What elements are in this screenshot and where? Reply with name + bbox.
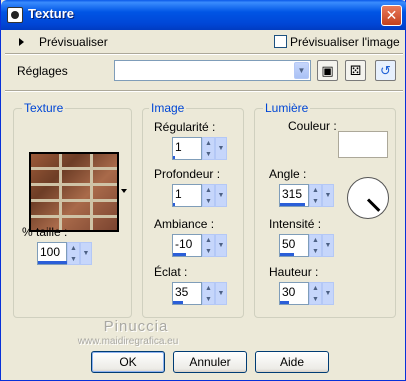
size-label: % taille : [22,225,68,239]
angle-slider[interactable] [280,203,305,206]
light-color-swatch[interactable] [338,131,388,158]
app-icon [7,7,23,23]
depth-input[interactable]: 1 [172,184,202,207]
size-spinner[interactable]: 100 ▲ ▼ ▼ [37,242,92,265]
height-label: Hauteur : [269,265,319,279]
ambience-updown[interactable]: ▲ ▼ [202,234,215,257]
chevron-down-icon[interactable]: ▼ [294,62,309,79]
help-button[interactable]: Aide [255,351,329,373]
ambience-label: Ambiance : [154,217,215,231]
chevron-down-icon[interactable]: ▼ [322,184,334,207]
regularity-spinner[interactable]: 1 ▲ ▼ ▼ [172,137,227,160]
title-bar: Texture ✕ [1,0,406,30]
random-dice-icon[interactable]: ⚄ [345,60,366,81]
window-title: Texture [28,6,74,21]
depth-spinner[interactable]: 1 ▲ ▼ ▼ [172,184,227,207]
size-slider[interactable] [38,261,67,264]
height-spinner[interactable]: 30 ▲ ▼ ▼ [279,282,334,305]
shine-spinner[interactable]: 35 ▲ ▼ ▼ [172,282,227,305]
chevron-down-icon[interactable]: ▼ [215,137,227,160]
texture-swatch[interactable] [29,152,119,232]
preview-row: Prévisualiser Prévisualiser l'image [1,30,406,54]
light-group: Lumière Couleur : Angle : 315 ▲ ▼ ▼ Inten… [254,101,396,318]
angle-spinner[interactable]: 315 ▲ ▼ ▼ [279,184,334,207]
regularity-slider[interactable] [173,156,175,159]
reset-icon[interactable]: ↺ [375,60,396,81]
angle-dial-needle [366,198,381,212]
depth-slider[interactable] [173,203,175,206]
texture-dialog: Texture ✕ Prévisualiser Prévisualiser l'… [0,0,406,381]
regularity-input[interactable]: 1 [172,137,202,160]
chevron-down-icon[interactable]: ▼ [215,282,227,305]
chevron-down-icon[interactable]: ▼ [215,184,227,207]
shine-updown[interactable]: ▲ ▼ [202,282,215,305]
intensity-slider[interactable] [280,253,294,256]
separator [5,90,403,92]
regularity-updown[interactable]: ▲ ▼ [202,137,215,160]
chevron-down-icon[interactable] [121,189,127,193]
preview-image-checkbox[interactable] [274,35,287,48]
watermark-site: www.maidiregrafica.eu [77,336,179,347]
light-group-title: Lumière [263,101,311,115]
expand-triangle-icon[interactable] [19,38,24,46]
angle-updown[interactable]: ▲ ▼ [309,184,322,207]
height-updown[interactable]: ▲ ▼ [309,282,322,305]
height-slider[interactable] [280,301,289,304]
cancel-button[interactable]: Annuler [173,351,247,373]
intensity-updown[interactable]: ▲ ▼ [309,234,322,257]
shine-label: Éclat : [154,265,188,279]
separator [5,53,403,55]
preview-label[interactable]: Prévisualiser [39,35,108,49]
save-icon[interactable]: ▣ [317,60,338,81]
depth-label: Profondeur : [154,167,221,181]
chevron-down-icon[interactable]: ▼ [322,234,334,257]
chevron-down-icon[interactable]: ▼ [215,234,227,257]
color-label: Couleur : [288,119,337,133]
image-group: Image Régularité : 1 ▲ ▼ ▼ Profondeur : 1… [142,101,244,318]
preview-image-label[interactable]: Prévisualiser l'image [290,35,400,49]
ambience-slider[interactable] [173,253,186,256]
ambience-spinner[interactable]: -10 ▲ ▼ ▼ [172,234,227,257]
intensity-spinner[interactable]: 50 ▲ ▼ ▼ [279,234,334,257]
angle-dial-icon[interactable] [347,177,389,219]
settings-combo[interactable]: ▼ [114,60,311,81]
chevron-down-icon[interactable]: ▼ [80,242,92,265]
watermark-name: Pinuccia [103,318,169,335]
texture-group-title: Texture [22,101,66,115]
chevron-down-icon[interactable]: ▼ [322,282,334,305]
size-updown[interactable]: ▲ ▼ [67,242,80,265]
intensity-label: Intensité : [269,217,322,231]
close-icon[interactable]: ✕ [381,5,402,26]
angle-label: Angle : [269,167,307,181]
texture-group: Texture % taille : 100 ▲ ▼ ▼ [13,101,132,318]
depth-updown[interactable]: ▲ ▼ [202,184,215,207]
image-group-title: Image [149,101,187,115]
shine-slider[interactable] [173,301,183,304]
regularity-label: Régularité : [154,120,216,134]
ok-button[interactable]: OK [91,351,165,373]
settings-label: Réglages [17,64,68,78]
